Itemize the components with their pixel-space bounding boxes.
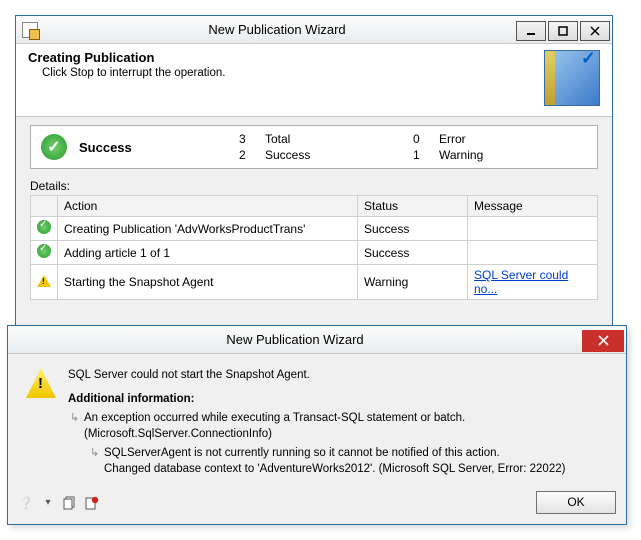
col-icon[interactable] — [31, 196, 58, 217]
row-message — [468, 241, 598, 265]
minimize-icon — [526, 26, 536, 36]
table-row[interactable]: Adding article 1 of 1Success — [31, 241, 598, 265]
warning-label: Warning — [439, 148, 587, 162]
success-icon: ✓ — [41, 134, 67, 160]
app-icon — [22, 22, 38, 38]
summary-right: 0 Error 1 Warning — [413, 132, 587, 162]
row-message: SQL Server could no... — [468, 265, 598, 300]
col-action[interactable]: Action — [58, 196, 358, 217]
warning-count: 1 — [413, 148, 433, 162]
dialog-content: SQL Server could not start the Snapshot … — [8, 354, 626, 485]
table-row[interactable]: Starting the Snapshot AgentWarningSQL Se… — [31, 265, 598, 300]
header-title: Creating Publication — [28, 50, 544, 65]
details-table: Action Status Message Creating Publicati… — [30, 195, 598, 300]
info-line-2: ↳ SQLServerAgent is not currently runnin… — [90, 446, 608, 477]
error-label: Error — [439, 132, 587, 146]
header-panel: Creating Publication Click Stop to inter… — [16, 44, 612, 117]
tree-arrow-icon: ↳ — [90, 446, 100, 477]
col-message[interactable]: Message — [468, 196, 598, 217]
row-status: Success — [358, 217, 468, 241]
warning-icon — [37, 275, 51, 287]
header-subtitle: Click Stop to interrupt the operation. — [42, 67, 544, 79]
window-title: New Publication Wizard — [38, 22, 516, 37]
window-buttons — [516, 19, 612, 41]
summary-mid: 3 Total 2 Success — [239, 132, 413, 162]
success-count: 2 — [239, 148, 259, 162]
row-status: Warning — [358, 265, 468, 300]
wizard-graphic-icon — [544, 50, 600, 106]
table-row[interactable]: Creating Publication 'AdvWorksProductTra… — [31, 217, 598, 241]
row-icon-cell — [31, 265, 58, 300]
additional-info-header: Additional information: — [68, 392, 608, 408]
dialog-main-text: SQL Server could not start the Snapshot … — [68, 368, 608, 384]
error-dialog: New Publication Wizard SQL Server could … — [7, 325, 627, 525]
total-count: 3 — [239, 132, 259, 146]
error-count: 0 — [413, 132, 433, 146]
message-link[interactable]: SQL Server could no... — [474, 268, 568, 296]
copy-icon[interactable] — [62, 495, 78, 511]
tree-arrow-icon: ↳ — [70, 411, 80, 442]
minimize-button[interactable] — [516, 21, 546, 41]
row-icon-cell — [31, 217, 58, 241]
info-line-1: ↳ An exception occurred while executing … — [70, 411, 608, 442]
row-action: Creating Publication 'AdvWorksProductTra… — [58, 217, 358, 241]
row-message — [468, 217, 598, 241]
info-text-2: SQLServerAgent is not currently running … — [104, 446, 565, 477]
maximize-icon — [558, 26, 568, 36]
total-label: Total — [265, 132, 413, 146]
dialog-titlebar: New Publication Wizard — [8, 326, 626, 354]
info-text-1: An exception occurred while executing a … — [84, 411, 608, 442]
success-icon — [37, 244, 51, 258]
details-label: Details: — [30, 179, 598, 193]
warning-icon — [26, 368, 56, 398]
ok-button[interactable]: OK — [536, 491, 616, 514]
footer-icons: ❔ ▾ — [18, 495, 100, 511]
success-icon — [37, 220, 51, 234]
titlebar: New Publication Wizard — [16, 16, 612, 44]
help-icon[interactable]: ❔ — [18, 495, 34, 511]
col-status[interactable]: Status — [358, 196, 468, 217]
overall-status: Success — [79, 140, 239, 155]
dialog-close-button[interactable] — [582, 330, 624, 352]
maximize-button[interactable] — [548, 21, 578, 41]
row-action: Adding article 1 of 1 — [58, 241, 358, 265]
row-status: Success — [358, 241, 468, 265]
success-label: Success — [265, 148, 413, 162]
close-icon — [590, 26, 600, 36]
wizard-window: New Publication Wizard Creating Publicat… — [15, 15, 613, 365]
header-text: Creating Publication Click Stop to inter… — [28, 50, 544, 106]
row-icon-cell — [31, 241, 58, 265]
close-icon — [598, 335, 609, 346]
close-button[interactable] — [580, 21, 610, 41]
row-action: Starting the Snapshot Agent — [58, 265, 358, 300]
chevron-down-icon[interactable]: ▾ — [40, 495, 56, 511]
dialog-title: New Publication Wizard — [8, 332, 582, 347]
copy-error-icon[interactable] — [84, 495, 100, 511]
summary-box: ✓ Success 3 Total 2 Success 0 Error 1 Wa… — [30, 125, 598, 169]
dialog-message: SQL Server could not start the Snapshot … — [68, 368, 608, 477]
